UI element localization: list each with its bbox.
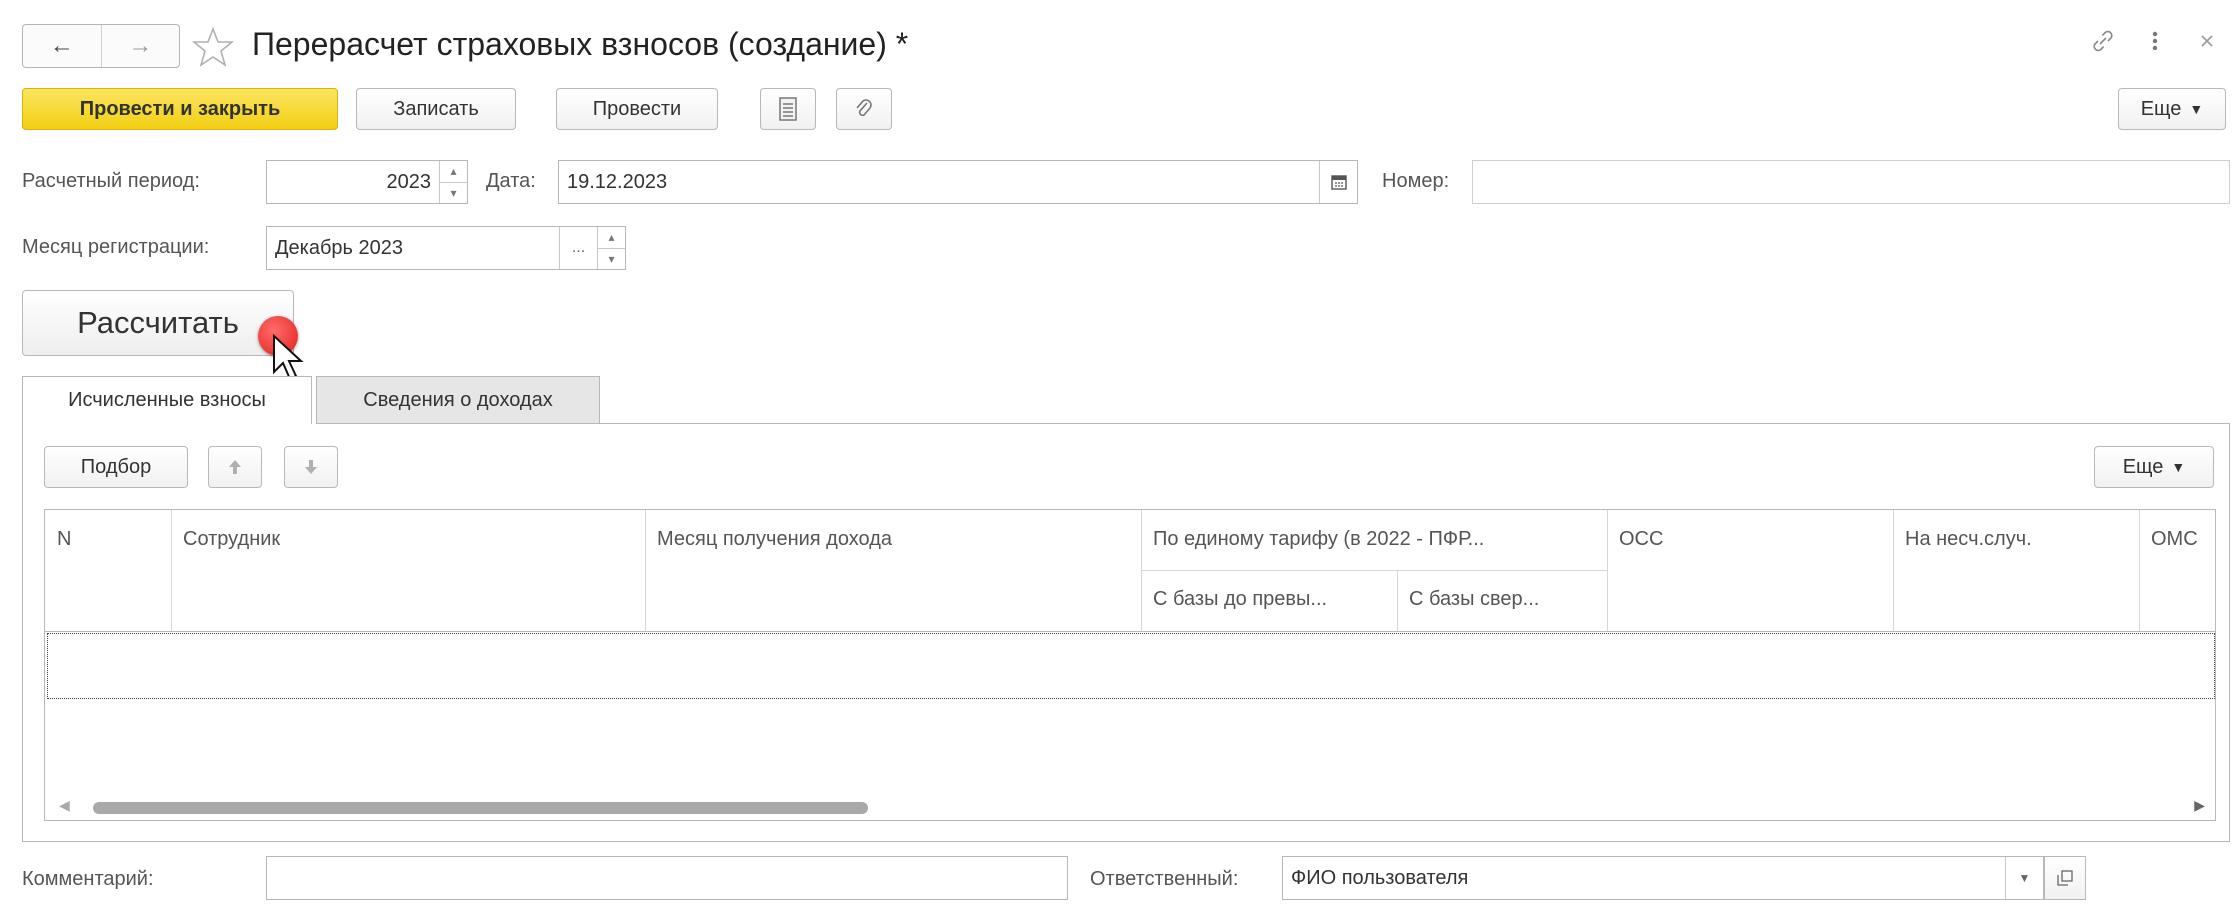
chevron-down-icon: ▼ bbox=[2171, 459, 2186, 475]
tab-calculated-contributions[interactable]: Исчисленные взносы bbox=[22, 376, 312, 424]
period-spinner[interactable]: ▴ ▾ bbox=[439, 161, 467, 203]
scroll-left-icon[interactable]: ◀ bbox=[59, 797, 70, 814]
select-button[interactable]: Подбор bbox=[44, 446, 188, 488]
header-subdivider bbox=[1141, 570, 1607, 571]
table-more-label: Еще bbox=[2122, 455, 2164, 478]
forward-arrow-icon[interactable]: → bbox=[100, 25, 180, 67]
reg-month-field[interactable]: Декабрь 2023 ... ▴ ▾ bbox=[266, 226, 626, 270]
col-header-oms[interactable]: ОМС bbox=[2139, 528, 2215, 551]
post-and-close-button[interactable]: Провести и закрыть bbox=[22, 88, 338, 130]
reg-month-spinner[interactable]: ▴ ▾ bbox=[597, 227, 625, 269]
col-header-employee[interactable]: Сотрудник bbox=[171, 528, 645, 551]
open-responsible-button[interactable] bbox=[2044, 856, 2086, 900]
move-up-button[interactable] bbox=[208, 446, 262, 488]
col-header-n[interactable]: N bbox=[45, 528, 171, 551]
document-list-icon bbox=[779, 97, 797, 121]
table-row[interactable] bbox=[47, 633, 2215, 699]
open-window-icon bbox=[2057, 870, 2073, 886]
calendar-button[interactable] bbox=[1319, 161, 1357, 203]
more-button-label: Еще bbox=[2140, 97, 2182, 120]
col-header-base-below[interactable]: С базы до превы... bbox=[1141, 588, 1397, 611]
document-window: ← → Перерасчет страховых взносов (создан… bbox=[0, 0, 2232, 913]
table-more-button[interactable]: Еще ▼ bbox=[2094, 446, 2214, 488]
spin-up-icon[interactable]: ▴ bbox=[598, 227, 625, 248]
scroll-right-icon[interactable]: ▶ bbox=[2194, 797, 2205, 814]
col-header-oss[interactable]: ОСС bbox=[1607, 528, 1893, 551]
post-button[interactable]: Провести bbox=[556, 88, 718, 130]
move-down-button[interactable] bbox=[284, 446, 338, 488]
number-field[interactable] bbox=[1472, 160, 2230, 204]
more-options-icon[interactable] bbox=[2140, 28, 2170, 54]
header-bottom-border bbox=[45, 631, 2215, 632]
arrow-up-icon bbox=[229, 460, 241, 474]
chevron-down-icon: ▼ bbox=[2189, 101, 2204, 117]
calculate-button[interactable]: Рассчитать bbox=[22, 290, 294, 356]
link-icon[interactable] bbox=[2088, 28, 2118, 54]
attachments-button[interactable] bbox=[836, 88, 892, 130]
col-header-accident[interactable]: На несч.случ. bbox=[1893, 528, 2139, 551]
date-label: Дата: bbox=[486, 170, 536, 192]
contributions-table[interactable]: N Сотрудник Месяц получения дохода По ед… bbox=[44, 509, 2216, 821]
responsible-value[interactable]: ФИО пользователя bbox=[1283, 867, 2005, 890]
spin-down-icon[interactable]: ▾ bbox=[440, 181, 467, 204]
paperclip-icon bbox=[856, 99, 872, 117]
arrow-down-icon bbox=[305, 460, 317, 474]
more-button[interactable]: Еще ▼ bbox=[2118, 88, 2226, 130]
reg-month-label: Месяц регистрации: bbox=[22, 236, 210, 258]
col-header-base-above[interactable]: С базы свер... bbox=[1397, 588, 1607, 611]
save-button[interactable]: Записать bbox=[356, 88, 516, 130]
period-value[interactable]: 2023 bbox=[267, 171, 439, 194]
period-field[interactable]: 2023 ▴ ▾ bbox=[266, 160, 468, 204]
close-icon[interactable] bbox=[2192, 28, 2222, 54]
date-field[interactable]: 19.12.2023 bbox=[558, 160, 1358, 204]
col-header-income-month[interactable]: Месяц получения дохода bbox=[645, 528, 1141, 551]
spin-down-icon[interactable]: ▾ bbox=[598, 247, 625, 270]
window-title: Перерасчет страховых взносов (создание) … bbox=[252, 26, 909, 62]
col-header-single-tariff[interactable]: По единому тарифу (в 2022 - ПФР... bbox=[1141, 528, 1607, 551]
comment-label: Комментарий: bbox=[22, 868, 154, 890]
report-button[interactable] bbox=[760, 88, 816, 130]
chevron-down-icon: ▼ bbox=[2018, 871, 2031, 885]
horizontal-scrollbar[interactable]: ◀ ▶ bbox=[45, 794, 2215, 820]
number-label: Номер: bbox=[1382, 170, 1450, 192]
nav-buttons: ← → bbox=[22, 24, 180, 68]
tab-income-info[interactable]: Сведения о доходах bbox=[316, 376, 600, 424]
scrollbar-thumb[interactable] bbox=[93, 802, 868, 814]
window-controls bbox=[2088, 28, 2222, 54]
reg-month-value[interactable]: Декабрь 2023 bbox=[267, 237, 559, 260]
responsible-label: Ответственный: bbox=[1090, 868, 1239, 890]
reg-month-select-button[interactable]: ... bbox=[559, 227, 597, 269]
calendar-icon bbox=[1330, 175, 1347, 190]
responsible-dropdown-button[interactable]: ▼ bbox=[2005, 857, 2043, 899]
responsible-field[interactable]: ФИО пользователя ▼ bbox=[1282, 856, 2044, 900]
period-label: Расчетный период: bbox=[22, 170, 200, 192]
favorite-star-icon[interactable] bbox=[192, 26, 234, 68]
back-arrow-icon[interactable]: ← bbox=[23, 25, 101, 67]
comment-field[interactable] bbox=[266, 856, 1068, 900]
date-value[interactable]: 19.12.2023 bbox=[559, 171, 1319, 194]
spin-up-icon[interactable]: ▴ bbox=[440, 161, 467, 182]
